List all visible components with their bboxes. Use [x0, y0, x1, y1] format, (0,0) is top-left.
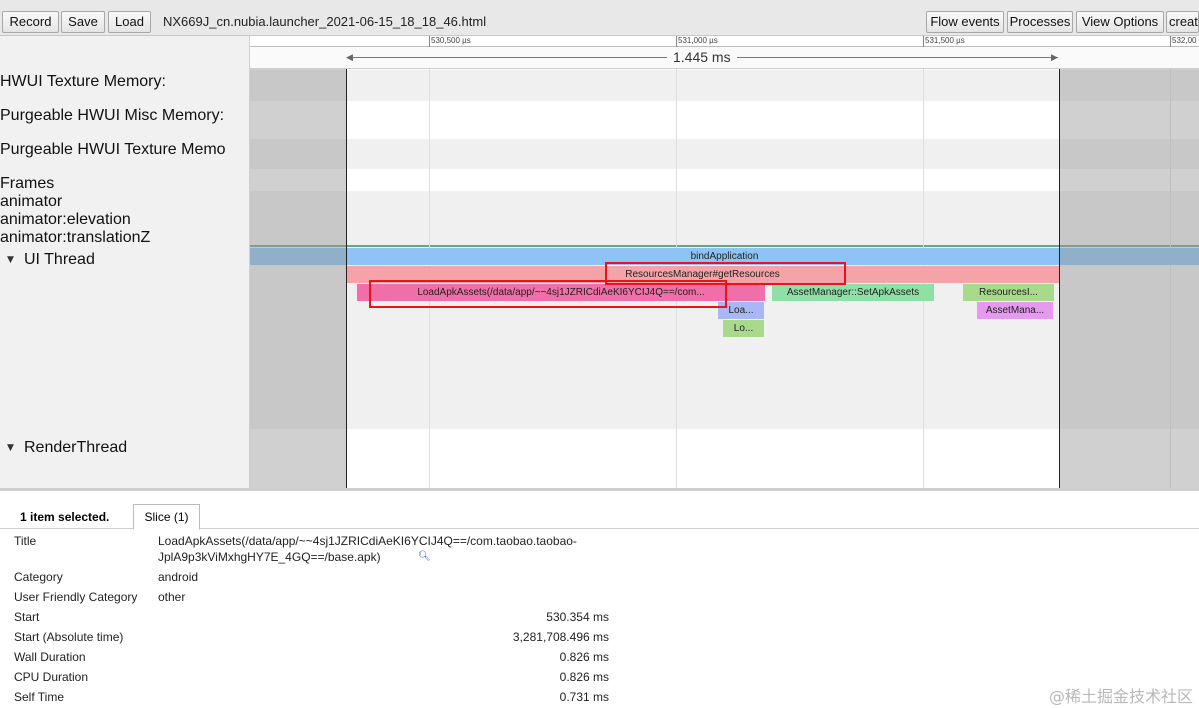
- track-label-column: HWUI Texture Memory: Purgeable HWUI Misc…: [0, 36, 250, 488]
- toolbar: Record Save Load NX669J_cn.nubia.launche…: [0, 0, 1199, 36]
- detail-category-value: android: [158, 570, 199, 584]
- track-row: [250, 139, 1199, 169]
- save-button[interactable]: Save: [61, 11, 105, 33]
- detail-self-time-value: 0.731 ms: [559, 690, 609, 704]
- track-row: [250, 101, 1199, 139]
- track-render-thread[interactable]: RenderThread: [24, 439, 127, 457]
- selection-duration-bar: ◀ ▶ 1.445 ms: [250, 47, 1199, 69]
- trace-filename: NX669J_cn.nubia.launcher_2021-06-15_18_1…: [163, 14, 487, 29]
- ruler-tick-label: 531,500 µs: [925, 36, 965, 45]
- detail-cpu-duration-key: CPU Duration: [14, 670, 89, 684]
- detail-cpu-duration-value: 0.826 ms: [559, 670, 609, 684]
- track-animator-elevation: animator:elevation: [0, 211, 131, 228]
- slice-resources-impl[interactable]: ResourcesI...: [963, 284, 1054, 301]
- search-icon[interactable]: 🔍︎: [418, 551, 431, 562]
- duration-label: 1.445 ms: [667, 49, 737, 65]
- slice-asset-manager-set-apk-assets[interactable]: AssetManager::SetApkAssets: [772, 284, 934, 301]
- arrow-right-icon: ▶: [1051, 53, 1058, 63]
- slice-asset-mana[interactable]: AssetMana...: [977, 302, 1053, 319]
- timeline-tracks[interactable]: bindApplication ResourcesManager#getReso…: [250, 36, 1199, 488]
- arrow-left-icon: ◀: [346, 53, 353, 63]
- render-thread-row: [250, 429, 1199, 488]
- ruler-tick: [1170, 36, 1171, 47]
- ruler-tick: [676, 36, 677, 47]
- flow-events-button[interactable]: Flow events: [926, 11, 1004, 33]
- highlight-box: [369, 280, 727, 308]
- track-ui-thread[interactable]: UI Thread: [24, 251, 95, 269]
- detail-category-key: Category: [14, 570, 63, 584]
- analysis-panel: 1 item selected. Slice (1) Title LoadApk…: [0, 488, 1199, 708]
- track-row: [250, 70, 1199, 101]
- unselected-range-left: [250, 36, 346, 488]
- ruler-tick: [429, 36, 430, 47]
- ruler-tick-label: 532,00: [1172, 36, 1197, 45]
- tab-slice[interactable]: Slice (1): [133, 504, 200, 530]
- analysis-tab-bar: 1 item selected. Slice (1): [0, 491, 1199, 530]
- time-ruler[interactable]: 530,500 µs 531,000 µs 531,500 µs 532,00: [250, 36, 1199, 47]
- detail-ufc-value: other: [158, 590, 186, 604]
- load-button[interactable]: Load: [108, 11, 151, 33]
- selection-count: 1 item selected.: [20, 510, 110, 524]
- create-button[interactable]: create: [1166, 11, 1199, 33]
- detail-start-value: 530.354 ms: [546, 610, 609, 624]
- ruler-tick: [923, 36, 924, 47]
- ruler-tick-label: 530,500 µs: [431, 36, 471, 45]
- track-row: [250, 191, 1199, 245]
- record-button[interactable]: Record: [2, 11, 59, 33]
- track-animator-translationz: animator:translationZ: [0, 229, 151, 246]
- detail-start-absolute-key: Start (Absolute time): [14, 630, 124, 644]
- track-animator: animator: [0, 193, 63, 210]
- detail-wall-duration-value: 0.826 ms: [559, 650, 609, 664]
- detail-start-key: Start: [14, 610, 40, 624]
- ruler-tick-label: 531,000 µs: [678, 36, 718, 45]
- track-purgeable-texture-memory: Purgeable HWUI Texture Memo: [0, 141, 226, 158]
- selection-boundary-left[interactable]: [346, 36, 347, 488]
- selection-boundary-right[interactable]: [1059, 36, 1060, 488]
- view-options-button[interactable]: View Options: [1076, 11, 1164, 33]
- collapse-triangle-icon[interactable]: ▼: [7, 443, 14, 453]
- detail-self-time-key: Self Time: [14, 690, 65, 704]
- detail-ufc-key: User Friendly Category: [14, 590, 138, 604]
- detail-wall-duration-key: Wall Duration: [14, 650, 86, 664]
- detail-title-value-cont: JplA9p3kViMxhgHY7E_4GQ==/base.apk): [158, 550, 381, 564]
- detail-title-value: LoadApkAssets(/data/app/~~4sj1JZRICdiAeK…: [158, 534, 577, 548]
- processes-button[interactable]: Processes: [1007, 11, 1073, 33]
- detail-start-absolute-value: 3,281,708.496 ms: [512, 630, 609, 644]
- track-hwui-texture-memory: HWUI Texture Memory:: [0, 73, 166, 90]
- track-frames: Frames: [0, 175, 55, 192]
- slice-lo[interactable]: Lo...: [723, 320, 764, 337]
- detail-title-key: Title: [14, 534, 37, 548]
- collapse-triangle-icon[interactable]: ▼: [7, 255, 14, 265]
- unselected-range-right: [1060, 36, 1199, 488]
- track-purgeable-misc-memory: Purgeable HWUI Misc Memory:: [0, 107, 225, 124]
- watermark: @稀土掘金技术社区: [1048, 687, 1193, 706]
- track-row: [250, 169, 1199, 191]
